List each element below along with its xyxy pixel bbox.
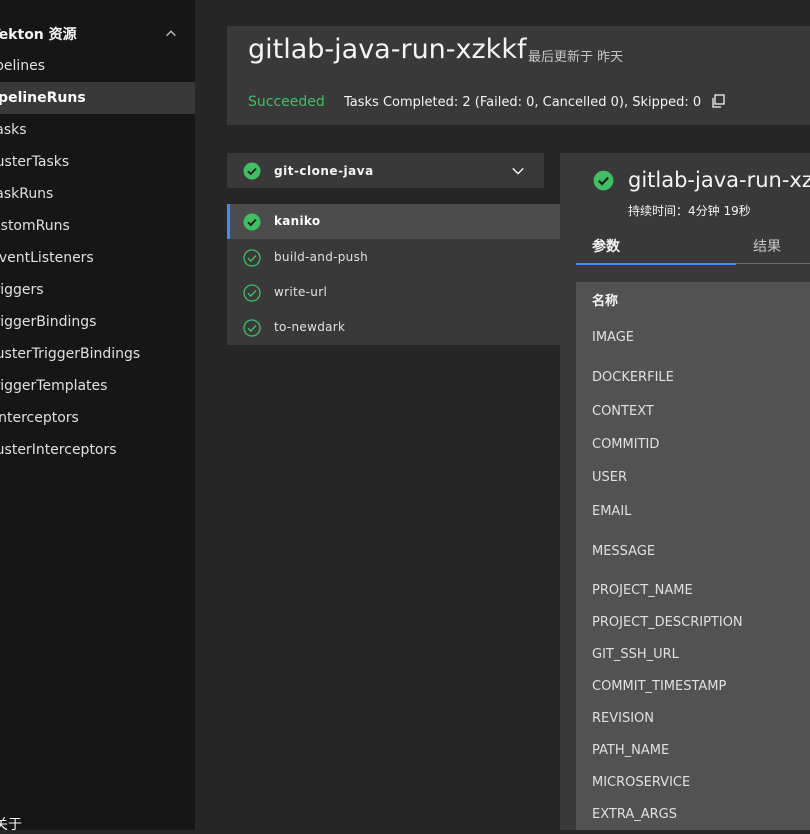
check-circle-outline-icon	[243, 319, 261, 337]
param-name: EMAIL	[592, 504, 632, 519]
sidebar-item-label: TaskRuns	[0, 186, 54, 202]
sidebar-section-header[interactable]: Tekton 资源	[0, 20, 195, 48]
sidebar-item-clusterinterceptors[interactable]: ClusterInterceptors	[0, 434, 195, 466]
page-title: gitlab-java-run-xzkkf	[248, 34, 527, 65]
sidebar-item-triggers[interactable]: Triggers	[0, 274, 195, 306]
sidebar-item-triggertemplates[interactable]: TriggerTemplates	[0, 370, 195, 402]
step-build-and-push[interactable]: build-and-push	[227, 240, 560, 275]
param-name: REVISION	[592, 711, 655, 726]
sidebar-item-label: Interceptors	[0, 410, 79, 426]
step-detail-title: gitlab-java-run-xzkkf	[628, 168, 810, 192]
param-name: GIT_SSH_URL	[592, 647, 679, 662]
task-group-git-clone-java[interactable]: git-clone-java	[227, 153, 544, 188]
param-name: DOCKERFILE	[592, 370, 674, 385]
sidebar-item-clustertriggerbindings[interactable]: ClusterTriggerBindings	[0, 338, 195, 370]
last-updated-text: 最后更新于 昨天	[528, 50, 624, 65]
sidebar-item-label: CustomRuns	[0, 218, 70, 234]
sidebar-item-label: Tasks	[0, 122, 27, 138]
sidebar-section-title: Tekton 资源	[0, 27, 77, 43]
param-name: PATH_NAME	[592, 743, 670, 758]
chevron-up-icon[interactable]	[164, 26, 178, 40]
sidebar: Tekton 资源 Pipelines PipelineRuns Tasks C…	[0, 0, 195, 833]
sidebar-item-label: EventListeners	[0, 250, 94, 266]
check-circle-filled-icon	[243, 213, 261, 231]
sidebar-item-label: TriggerTemplates	[0, 378, 108, 394]
sidebar-item-label: PipelineRuns	[0, 90, 86, 106]
sidebar-footer-about[interactable]: 关于	[0, 814, 22, 834]
sidebar-item-label: ClusterInterceptors	[0, 442, 117, 458]
param-name: PROJECT_NAME	[592, 583, 693, 598]
tab-label: 结果	[753, 239, 781, 255]
step-duration: 持续时间：4分钟 19秒	[628, 204, 751, 218]
sidebar-item-taskruns[interactable]: TaskRuns	[0, 178, 195, 210]
sidebar-item-interceptors[interactable]: Interceptors	[0, 402, 195, 434]
sidebar-item-clustertasks[interactable]: ClusterTasks	[0, 146, 195, 178]
step-label: write-url	[274, 285, 328, 299]
step-label: to-newdark	[274, 320, 346, 334]
param-name: COMMIT_TIMESTAMP	[592, 679, 727, 694]
task-steps-list: kaniko build-and-push write-url to-newda…	[227, 204, 560, 345]
sidebar-item-label: TriggerBindings	[0, 314, 97, 330]
params-table: 名称 IMAGE DOCKERFILE CONTEXT COMMITID USE…	[576, 282, 810, 830]
params-table-header-name: 名称	[592, 294, 619, 309]
task-group-name: git-clone-java	[274, 164, 374, 178]
step-detail-panel: gitlab-java-run-xzkkf 持续时间：4分钟 19秒 参数 结果…	[560, 153, 810, 830]
param-name: EXTRA_ARGS	[592, 807, 677, 822]
tab-params[interactable]: 参数	[576, 229, 736, 265]
param-name: USER	[592, 470, 628, 485]
tab-label: 参数	[592, 239, 620, 255]
param-name: IMAGE	[592, 330, 635, 345]
step-label: kaniko	[274, 214, 321, 228]
check-circle-outline-icon	[243, 249, 261, 267]
check-circle-filled-icon	[243, 162, 261, 180]
sidebar-item-label: ClusterTasks	[0, 154, 70, 170]
param-name: MESSAGE	[592, 544, 656, 559]
sidebar-item-pipelineruns[interactable]: PipelineRuns	[0, 82, 195, 114]
sidebar-item-label: ClusterTriggerBindings	[0, 346, 141, 362]
step-to-newdark[interactable]: to-newdark	[227, 310, 560, 345]
param-name: MICROSERVICE	[592, 775, 691, 790]
check-circle-outline-icon	[243, 284, 261, 302]
step-kaniko[interactable]: kaniko	[227, 204, 560, 239]
param-name: PROJECT_DESCRIPTION	[592, 615, 743, 630]
sidebar-item-triggerbindings[interactable]: TriggerBindings	[0, 306, 195, 338]
sidebar-item-pipelines[interactable]: Pipelines	[0, 50, 195, 82]
tab-results[interactable]: 结果	[736, 229, 810, 264]
step-write-url[interactable]: write-url	[227, 275, 560, 310]
run-header: gitlab-java-run-xzkkf 最后更新于 昨天 Succeeded…	[227, 26, 810, 125]
sidebar-item-label: Triggers	[0, 282, 44, 298]
copy-icon[interactable]	[710, 93, 726, 109]
check-circle-filled-icon	[593, 170, 614, 191]
run-summary: Tasks Completed: 2 (Failed: 0, Cancelled…	[344, 95, 702, 110]
sidebar-item-tasks[interactable]: Tasks	[0, 114, 195, 146]
param-name: CONTEXT	[592, 404, 654, 419]
sidebar-item-customruns[interactable]: CustomRuns	[0, 210, 195, 242]
sidebar-item-eventlisteners[interactable]: EventListeners	[0, 242, 195, 274]
run-status: Succeeded	[248, 94, 325, 110]
sidebar-item-label: Pipelines	[0, 58, 46, 74]
step-label: build-and-push	[274, 250, 369, 264]
param-name: COMMITID	[592, 437, 660, 452]
chevron-down-icon[interactable]	[511, 164, 525, 178]
